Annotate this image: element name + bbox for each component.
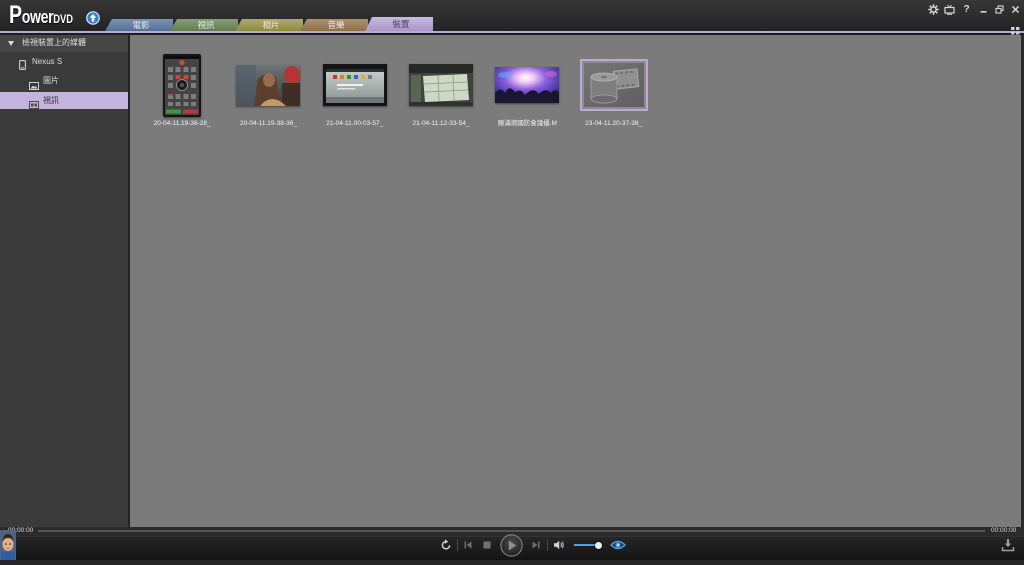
sidebar-item-pictures[interactable]: 圖片 bbox=[0, 73, 128, 90]
video-icon bbox=[29, 96, 39, 114]
help-icon[interactable]: ? bbox=[961, 4, 972, 15]
avatar[interactable] bbox=[0, 530, 16, 560]
logo-dvd-text: DVD bbox=[53, 12, 73, 26]
upgrade-arrow-icon[interactable] bbox=[86, 11, 100, 25]
video-thumbnail[interactable] bbox=[163, 53, 202, 117]
video-thumbnail[interactable] bbox=[322, 64, 387, 106]
media-grid: 20-04-11.19-36-28_ 20-04-11.19-38-36_ 21… bbox=[139, 53, 657, 129]
download-icon[interactable] bbox=[1001, 538, 1015, 552]
volume-slider-handle[interactable] bbox=[595, 541, 603, 549]
tab-videos[interactable]: 視訊 bbox=[170, 19, 238, 31]
video-thumbnail[interactable] bbox=[236, 64, 301, 106]
control-divider bbox=[547, 539, 548, 551]
close-icon[interactable] bbox=[1010, 4, 1021, 15]
collapse-arrow-icon[interactable] bbox=[8, 41, 14, 46]
media-item[interactable]: 23-04-11.20-37-38_ bbox=[570, 53, 656, 129]
media-item[interactable]: 21-04-11.12-33-54_ bbox=[398, 53, 484, 129]
total-time: 00:00:00 bbox=[991, 527, 1017, 534]
3d-eye-icon[interactable] bbox=[610, 539, 626, 551]
restore-icon[interactable] bbox=[994, 4, 1005, 15]
seek-bar[interactable] bbox=[38, 529, 985, 532]
sidebar-item-device[interactable]: Nexus S bbox=[0, 54, 128, 70]
media-item[interactable]: 21-04-11.00-03-57_ bbox=[312, 53, 398, 129]
volume-slider[interactable] bbox=[574, 541, 603, 549]
grid-view-icon[interactable] bbox=[1011, 22, 1020, 35]
tv-icon[interactable] bbox=[944, 4, 955, 15]
tab-devices[interactable]: 裝置 bbox=[365, 17, 433, 31]
media-item[interactable]: 陳滿堉國防會議優.M bbox=[484, 53, 570, 129]
previous-icon[interactable] bbox=[463, 540, 473, 550]
video-thumbnail[interactable] bbox=[579, 59, 648, 111]
play-icon[interactable] bbox=[500, 534, 523, 557]
media-item[interactable]: 20-04-11.19-38-36_ bbox=[225, 53, 311, 129]
repeat-icon[interactable] bbox=[440, 539, 452, 551]
video-thumbnail[interactable] bbox=[495, 67, 560, 103]
video-thumbnail[interactable] bbox=[409, 64, 474, 106]
app-logo: PowerDVD bbox=[9, 1, 73, 29]
media-item[interactable]: 20-04-11.19-36-28_ bbox=[139, 53, 225, 129]
sidebar-item-videos[interactable]: 視訊 bbox=[0, 92, 128, 109]
gear-icon[interactable] bbox=[928, 4, 939, 15]
media-item-label: 20-04-11.19-38-36_ bbox=[239, 120, 297, 127]
media-item-label: 21-04-11.12-33-54_ bbox=[412, 120, 470, 127]
media-item-label: 21-04-11.00-03-57_ bbox=[326, 120, 384, 127]
sidebar: 檢視裝置上的媒體 Nexus S 圖片 視訊 bbox=[0, 35, 130, 527]
volume-icon[interactable] bbox=[553, 539, 565, 551]
sidebar-item-label: 視訊 bbox=[43, 95, 59, 105]
logo-power-text: Power bbox=[9, 1, 54, 29]
media-item-label: 20-04-11.19-36-28_ bbox=[153, 120, 211, 127]
tab-movies[interactable]: 電影 bbox=[105, 19, 173, 31]
sidebar-header[interactable]: 檢視裝置上的媒體 bbox=[0, 35, 128, 52]
tab-music[interactable]: 音樂 bbox=[300, 19, 368, 31]
media-item-label: 23-04-11.20-37-38_ bbox=[585, 120, 643, 127]
film-reel-icon bbox=[583, 63, 644, 107]
sidebar-header-label: 檢視裝置上的媒體 bbox=[22, 38, 86, 47]
tab-photos[interactable]: 相片 bbox=[235, 19, 303, 31]
minimize-icon[interactable] bbox=[978, 4, 989, 15]
stop-icon[interactable] bbox=[482, 540, 492, 550]
next-icon[interactable] bbox=[531, 540, 541, 550]
media-item-label: 陳滿堉國防會議優.M bbox=[497, 120, 557, 127]
sidebar-item-label: Nexus S bbox=[32, 57, 63, 66]
control-divider bbox=[457, 539, 458, 551]
sidebar-item-label: 圖片 bbox=[43, 76, 59, 85]
